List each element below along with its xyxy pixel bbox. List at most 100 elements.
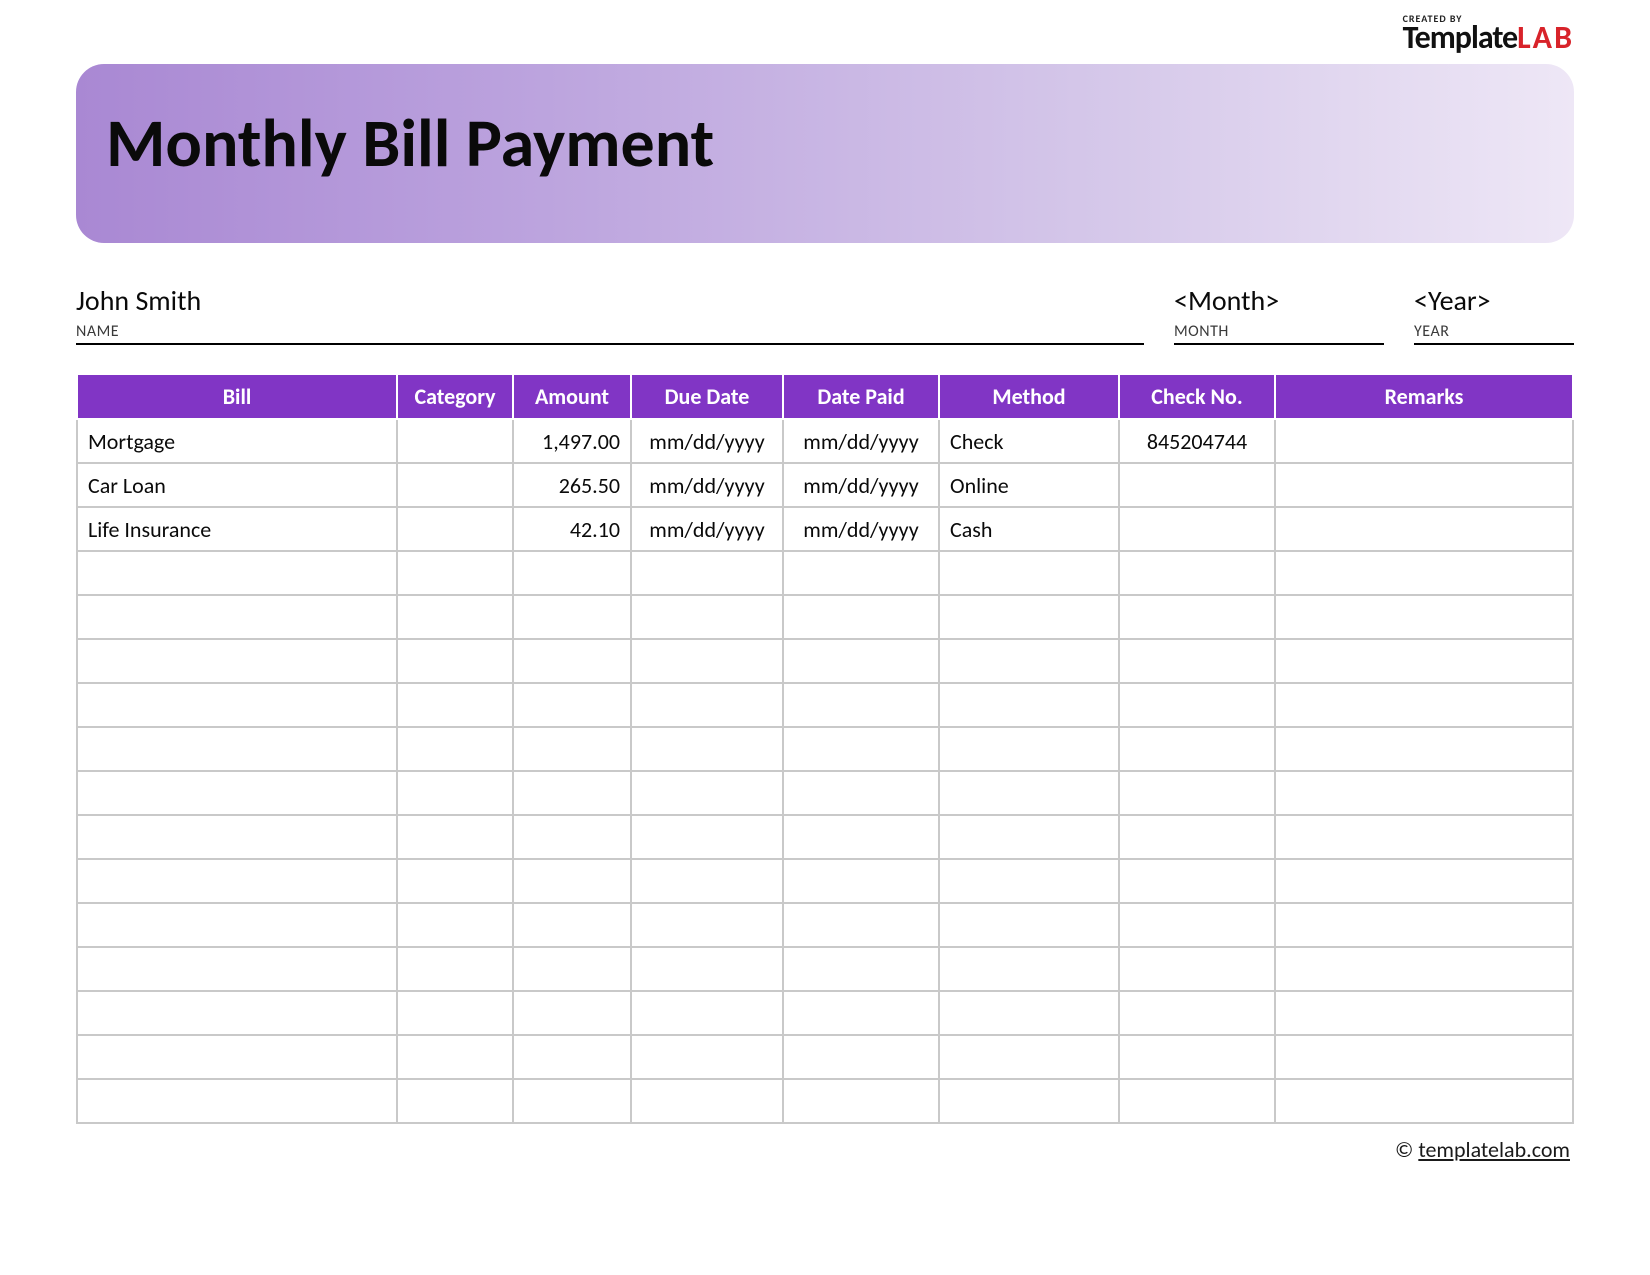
cell-bill[interactable]: Life Insurance	[77, 507, 397, 551]
cell-due[interactable]	[631, 683, 783, 727]
cell-bill[interactable]	[77, 771, 397, 815]
cell-bill[interactable]	[77, 903, 397, 947]
cell-bill[interactable]	[77, 551, 397, 595]
cell-amount[interactable]: 42.10	[513, 507, 631, 551]
cell-bill[interactable]	[77, 947, 397, 991]
cell-bill[interactable]	[77, 727, 397, 771]
cell-category[interactable]	[397, 727, 513, 771]
cell-remarks[interactable]	[1275, 771, 1573, 815]
cell-amount[interactable]	[513, 1079, 631, 1123]
cell-check[interactable]	[1119, 859, 1275, 903]
cell-category[interactable]	[397, 683, 513, 727]
cell-due[interactable]	[631, 991, 783, 1035]
footer-link[interactable]: templatelab.com	[1418, 1136, 1570, 1163]
name-field[interactable]: John Smith NAME	[76, 283, 1144, 345]
cell-amount[interactable]	[513, 815, 631, 859]
cell-method[interactable]: Cash	[939, 507, 1119, 551]
cell-due[interactable]	[631, 1079, 783, 1123]
cell-method[interactable]	[939, 1079, 1119, 1123]
cell-check[interactable]	[1119, 507, 1275, 551]
cell-bill[interactable]	[77, 1079, 397, 1123]
cell-due[interactable]	[631, 815, 783, 859]
cell-paid[interactable]	[783, 1035, 939, 1079]
cell-category[interactable]	[397, 947, 513, 991]
cell-method[interactable]	[939, 727, 1119, 771]
cell-paid[interactable]	[783, 1079, 939, 1123]
cell-remarks[interactable]	[1275, 903, 1573, 947]
cell-bill[interactable]: Mortgage	[77, 419, 397, 463]
cell-bill[interactable]	[77, 639, 397, 683]
cell-remarks[interactable]	[1275, 551, 1573, 595]
cell-paid[interactable]	[783, 903, 939, 947]
cell-method[interactable]	[939, 859, 1119, 903]
cell-remarks[interactable]	[1275, 1035, 1573, 1079]
cell-bill[interactable]	[77, 859, 397, 903]
cell-amount[interactable]	[513, 947, 631, 991]
cell-remarks[interactable]	[1275, 507, 1573, 551]
cell-remarks[interactable]	[1275, 595, 1573, 639]
cell-amount[interactable]	[513, 595, 631, 639]
cell-due[interactable]: mm/dd/yyyy	[631, 463, 783, 507]
cell-category[interactable]	[397, 639, 513, 683]
cell-paid[interactable]	[783, 639, 939, 683]
year-field[interactable]: <Year> YEAR	[1414, 283, 1574, 345]
cell-check[interactable]	[1119, 947, 1275, 991]
cell-due[interactable]: mm/dd/yyyy	[631, 507, 783, 551]
cell-bill[interactable]	[77, 991, 397, 1035]
cell-bill[interactable]	[77, 815, 397, 859]
cell-method[interactable]	[939, 815, 1119, 859]
cell-check[interactable]	[1119, 595, 1275, 639]
cell-remarks[interactable]	[1275, 727, 1573, 771]
cell-amount[interactable]	[513, 1035, 631, 1079]
cell-category[interactable]	[397, 1035, 513, 1079]
cell-method[interactable]: Online	[939, 463, 1119, 507]
cell-paid[interactable]	[783, 551, 939, 595]
cell-amount[interactable]	[513, 683, 631, 727]
cell-amount[interactable]	[513, 771, 631, 815]
cell-paid[interactable]	[783, 727, 939, 771]
cell-check[interactable]	[1119, 463, 1275, 507]
cell-method[interactable]	[939, 551, 1119, 595]
cell-check[interactable]	[1119, 727, 1275, 771]
cell-bill[interactable]: Car Loan	[77, 463, 397, 507]
cell-amount[interactable]	[513, 639, 631, 683]
cell-amount[interactable]	[513, 727, 631, 771]
cell-check[interactable]	[1119, 639, 1275, 683]
cell-category[interactable]	[397, 815, 513, 859]
cell-category[interactable]	[397, 507, 513, 551]
cell-remarks[interactable]	[1275, 1079, 1573, 1123]
cell-check[interactable]	[1119, 1035, 1275, 1079]
cell-remarks[interactable]	[1275, 639, 1573, 683]
cell-remarks[interactable]	[1275, 859, 1573, 903]
cell-category[interactable]	[397, 595, 513, 639]
cell-check[interactable]	[1119, 1079, 1275, 1123]
cell-category[interactable]	[397, 1079, 513, 1123]
cell-amount[interactable]: 265.50	[513, 463, 631, 507]
cell-category[interactable]	[397, 771, 513, 815]
cell-paid[interactable]: mm/dd/yyyy	[783, 507, 939, 551]
cell-method[interactable]	[939, 639, 1119, 683]
cell-due[interactable]	[631, 859, 783, 903]
cell-paid[interactable]	[783, 771, 939, 815]
cell-bill[interactable]	[77, 1035, 397, 1079]
cell-check[interactable]	[1119, 991, 1275, 1035]
cell-paid[interactable]	[783, 859, 939, 903]
cell-due[interactable]	[631, 727, 783, 771]
cell-paid[interactable]	[783, 595, 939, 639]
cell-check[interactable]	[1119, 683, 1275, 727]
cell-check[interactable]: 845204744	[1119, 419, 1275, 463]
cell-remarks[interactable]	[1275, 463, 1573, 507]
cell-amount[interactable]	[513, 991, 631, 1035]
cell-due[interactable]	[631, 595, 783, 639]
cell-method[interactable]	[939, 903, 1119, 947]
cell-category[interactable]	[397, 419, 513, 463]
cell-due[interactable]	[631, 639, 783, 683]
cell-category[interactable]	[397, 463, 513, 507]
cell-remarks[interactable]	[1275, 947, 1573, 991]
cell-method[interactable]	[939, 991, 1119, 1035]
cell-paid[interactable]	[783, 947, 939, 991]
cell-remarks[interactable]	[1275, 683, 1573, 727]
month-field[interactable]: <Month> MONTH	[1174, 283, 1384, 345]
cell-paid[interactable]	[783, 991, 939, 1035]
cell-paid[interactable]	[783, 683, 939, 727]
